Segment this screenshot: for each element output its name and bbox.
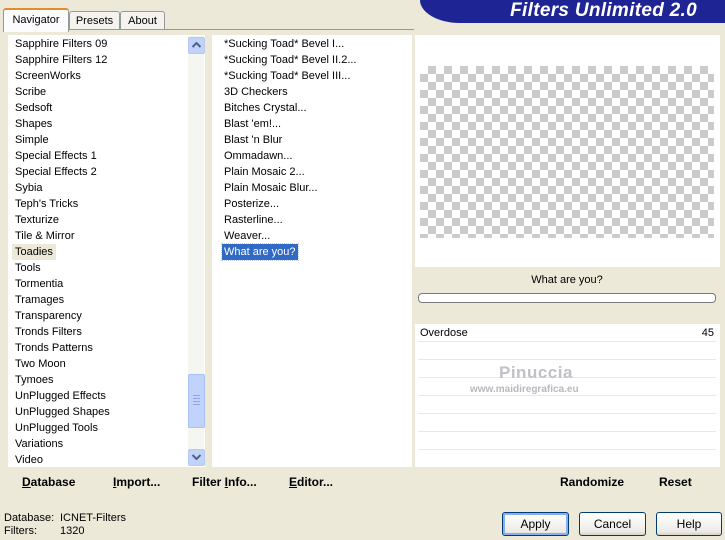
category-item[interactable]: Tramages	[15, 292, 64, 308]
category-item[interactable]: Tormentia	[15, 276, 63, 292]
randomize-button[interactable]: Randomize	[560, 475, 624, 489]
filter-item[interactable]: Posterize...	[222, 196, 281, 212]
import-button[interactable]: Import...	[113, 475, 160, 489]
filter-item[interactable]: Ommadawn...	[222, 148, 294, 164]
category-item[interactable]: Scribe	[15, 84, 46, 100]
filter-info-button[interactable]: Filter Info...	[192, 475, 257, 489]
category-item[interactable]: UnPlugged Effects	[15, 388, 106, 404]
category-item[interactable]: Tronds Patterns	[15, 340, 93, 356]
preview-image	[420, 66, 714, 238]
filter-item[interactable]: Blast 'em!...	[222, 116, 283, 132]
param-name: Overdose	[420, 327, 468, 339]
category-item[interactable]: Sapphire Filters 12	[15, 52, 107, 68]
category-item[interactable]: Tymoes	[15, 372, 54, 388]
status-database-value: ICNET-Filters	[60, 512, 126, 524]
cancel-button[interactable]: Cancel	[579, 512, 646, 536]
database-button[interactable]: Database	[22, 475, 75, 489]
filter-item[interactable]: Bitches Crystal...	[222, 100, 309, 116]
help-button[interactable]: Help	[656, 512, 722, 536]
filter-item[interactable]: Plain Mosaic 2...	[222, 164, 307, 180]
category-item[interactable]: Sapphire Filters 09	[15, 36, 107, 52]
filter-item[interactable]: What are you?	[221, 243, 299, 261]
tab-presets[interactable]: Presets	[69, 11, 120, 30]
filter-item[interactable]: Plain Mosaic Blur...	[222, 180, 320, 196]
category-scrollbar[interactable]	[188, 36, 205, 466]
param-value[interactable]: 45	[700, 327, 714, 339]
scroll-down-button[interactable]	[188, 449, 205, 466]
category-item[interactable]: Sybia	[15, 180, 43, 196]
category-item[interactable]: Special Effects 1	[15, 148, 97, 164]
apply-button[interactable]: Apply	[502, 512, 569, 536]
watermark-url: www.maidiregrafica.eu	[470, 384, 579, 395]
category-item[interactable]: Tronds Filters	[15, 324, 82, 340]
status-database-label: Database:	[4, 512, 55, 524]
category-item[interactable]: Simple	[15, 132, 49, 148]
chevron-up-icon	[192, 42, 201, 48]
category-item[interactable]: Tile & Mirror	[15, 228, 74, 244]
category-item[interactable]: UnPlugged Shapes	[15, 404, 110, 420]
chevron-down-icon	[192, 454, 201, 460]
category-item[interactable]: Teph's Tricks	[15, 196, 78, 212]
right-toolbar: Randomize Reset	[415, 470, 720, 495]
preview-filter-title: What are you?	[531, 274, 603, 286]
category-item[interactable]: Shapes	[15, 116, 52, 132]
reset-button[interactable]: Reset	[659, 475, 692, 489]
category-item[interactable]: Sedsoft	[15, 100, 52, 116]
category-item[interactable]: Tools	[15, 260, 41, 276]
category-item[interactable]: Video	[15, 452, 43, 468]
category-item[interactable]: UnPlugged Tools	[15, 420, 98, 436]
scroll-thumb[interactable]	[188, 374, 205, 428]
filter-item[interactable]: *Sucking Toad* Bevel II.2...	[222, 52, 359, 68]
progress-bar	[418, 293, 716, 303]
category-item[interactable]: Special Effects 2	[15, 164, 97, 180]
title-banner: Filters Unlimited 2.0	[420, 0, 725, 23]
category-item[interactable]: Transparency	[15, 308, 82, 324]
watermark-name: Pinuccia	[499, 363, 573, 382]
category-item[interactable]: Toadies	[12, 244, 56, 260]
app-title: Filters Unlimited 2.0	[510, 0, 697, 21]
tab-about[interactable]: About	[120, 11, 165, 30]
category-item[interactable]: Two Moon	[15, 356, 66, 372]
editor-button[interactable]: Editor...	[289, 475, 333, 489]
filter-item[interactable]: Rasterline...	[222, 212, 285, 228]
status-filters-value: 1320	[60, 525, 85, 537]
filter-item[interactable]: Weaver...	[222, 228, 272, 244]
filter-item[interactable]: *Sucking Toad* Bevel III...	[222, 68, 352, 84]
left-toolbar: Database Import... Filter Info... Editor…	[8, 470, 412, 495]
category-item[interactable]: Variations	[15, 436, 63, 452]
status-filters-label: Filters:	[4, 525, 37, 537]
scroll-up-button[interactable]	[188, 37, 205, 54]
category-item[interactable]: Texturize	[15, 212, 59, 228]
filter-item[interactable]: Blast 'n Blur	[222, 132, 284, 148]
filter-item[interactable]: 3D Checkers	[222, 84, 290, 100]
category-item[interactable]: ScreenWorks	[15, 68, 81, 84]
tab-navigator[interactable]: Navigator	[3, 8, 69, 32]
filter-item[interactable]: *Sucking Toad* Bevel I...	[222, 36, 346, 52]
